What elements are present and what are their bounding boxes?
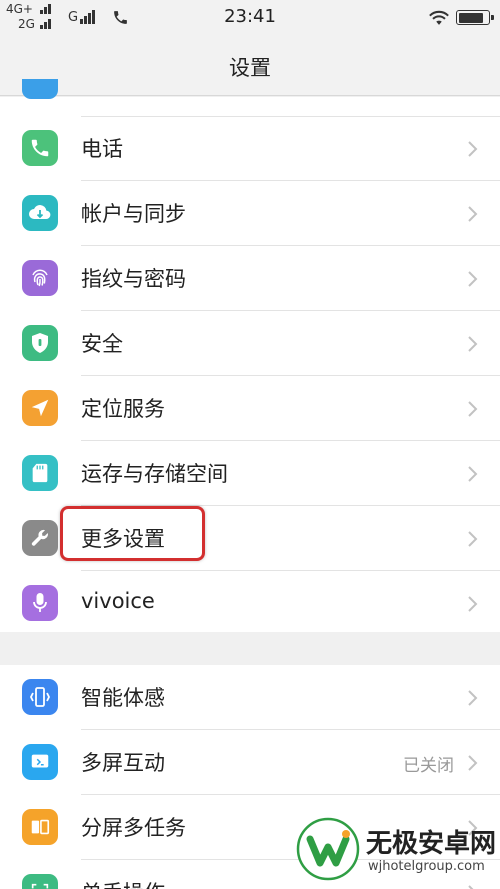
settings-row-label: 安全	[81, 332, 123, 356]
settings-row-multiscreen[interactable]: 多屏互动 已关闭	[0, 730, 500, 795]
cast-screen-icon	[22, 744, 58, 780]
settings-row-label: 单手操作	[81, 877, 165, 889]
settings-row-fingerprint[interactable]: 指纹与密码	[0, 246, 500, 311]
status-time: 23:41	[224, 6, 276, 27]
wrench-icon	[22, 520, 58, 556]
settings-row-account-sync[interactable]: 帐户与同步	[0, 181, 500, 246]
chevron-right-icon	[468, 690, 478, 706]
chevron-right-icon	[468, 401, 478, 417]
phone-motion-icon	[22, 679, 58, 715]
settings-row-label: 智能体感	[81, 686, 165, 710]
phone-icon	[22, 130, 58, 166]
settings-row-label: 帐户与同步	[81, 202, 186, 226]
chevron-right-icon	[468, 531, 478, 547]
fingerprint-icon	[22, 260, 58, 296]
chevron-right-icon	[468, 596, 478, 612]
shield-icon	[22, 325, 58, 361]
settings-row-vivoice[interactable]: vivoice	[0, 571, 500, 632]
highlight-box	[60, 506, 205, 561]
status-bar: 4G+ 2G G 23:41	[0, 0, 500, 36]
battery-icon	[456, 10, 494, 25]
chevron-right-icon	[468, 466, 478, 482]
chevron-right-icon	[468, 206, 478, 222]
page-title: 设置	[229, 56, 271, 80]
settings-row-label: vivoice	[81, 589, 155, 613]
settings-row-security[interactable]: 安全	[0, 311, 500, 376]
multiscreen-status: 已关闭	[403, 756, 454, 776]
split-screen-icon	[22, 809, 58, 845]
settings-row-label: 多屏互动	[81, 751, 165, 775]
chevron-right-icon	[468, 271, 478, 287]
wifi-icon	[429, 10, 449, 25]
microphone-icon	[22, 585, 58, 621]
settings-row-label: 分屏多任务	[81, 816, 186, 840]
sd-card-icon	[22, 455, 58, 491]
site-logo	[296, 817, 360, 881]
settings-row-smart-motion[interactable]: 智能体感	[0, 665, 500, 730]
settings-row-location[interactable]: 定位服务	[0, 376, 500, 441]
settings-row-label: 定位服务	[81, 397, 165, 421]
chevron-right-icon	[468, 885, 474, 889]
settings-row-label: 电话	[81, 137, 123, 161]
chevron-right-icon	[468, 336, 478, 352]
chevron-right-icon	[468, 141, 478, 157]
location-arrow-icon	[22, 390, 58, 426]
settings-row-storage[interactable]: 运存与存储空间	[0, 441, 500, 506]
settings-row-label: 指纹与密码	[81, 267, 186, 291]
chevron-right-icon	[468, 755, 478, 771]
settings-row-phone[interactable]: 电话	[0, 116, 500, 181]
watermark: 无极安卓网 wjhotelgroup.com	[296, 817, 496, 883]
title-bar: 设置	[0, 36, 500, 96]
watermark-name: 无极安卓网	[366, 829, 497, 859]
watermark-url: wjhotelgroup.com	[368, 859, 485, 874]
scrolled-item-icon-fragment	[22, 79, 58, 99]
settings-row-label: 运存与存储空间	[81, 462, 228, 486]
one-hand-icon	[22, 874, 58, 889]
cloud-sync-icon	[22, 195, 58, 231]
